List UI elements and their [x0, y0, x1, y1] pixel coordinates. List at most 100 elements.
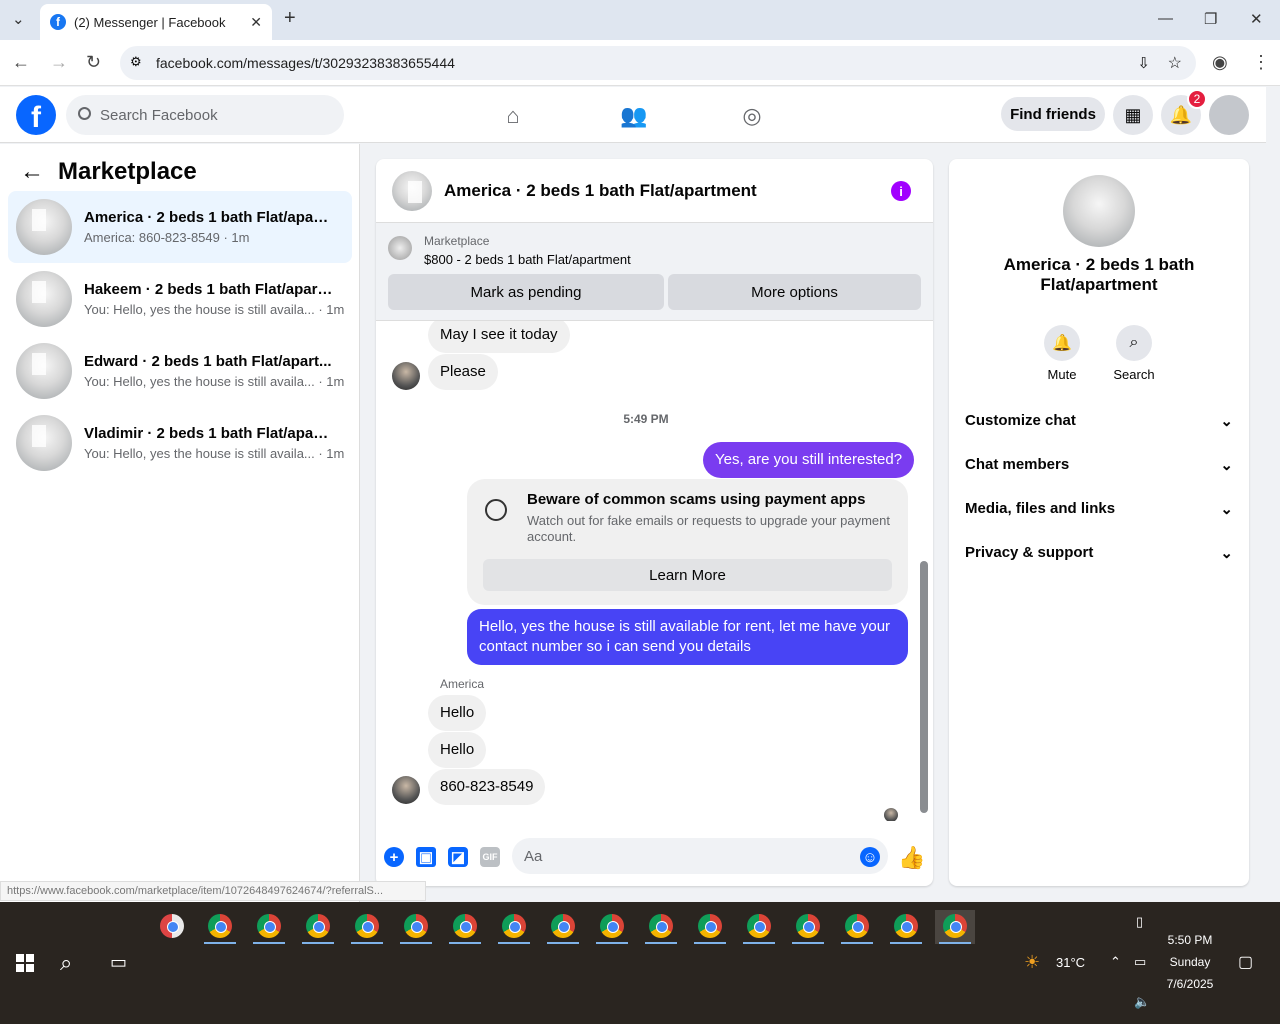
emoji-icon[interactable]: ☺: [860, 847, 880, 867]
tab-search-icon[interactable]: ⌄: [12, 10, 25, 28]
friends-icon[interactable]: 👥: [620, 103, 647, 128]
listing-description[interactable]: $800 - 2 beds 1 bath Flat/apartment: [424, 252, 631, 267]
chrome-taskbar-icon[interactable]: [788, 910, 828, 944]
home-icon[interactable]: ⌂: [500, 103, 526, 128]
like-thumbs-up-icon[interactable]: 👍: [898, 845, 925, 871]
conversation-sidebar: ← Marketplace America · 2 beds 1 bath Fl…: [0, 144, 360, 902]
chrome-taskbar-icon[interactable]: [347, 910, 387, 944]
install-app-icon[interactable]: ⇩: [1137, 54, 1150, 72]
sidebar-header: ← Marketplace: [20, 158, 197, 186]
conversation-item[interactable]: America · 2 beds 1 bath Flat/apart... Am…: [8, 191, 352, 263]
site-info-icon[interactable]: ⚙: [130, 54, 142, 70]
chrome-taskbar-icon[interactable]: [298, 910, 338, 944]
chat-details-panel: America · 2 beds 1 bath Flat/apartment 🔔…: [949, 159, 1249, 886]
tab-close-icon[interactable]: ✕: [250, 14, 262, 31]
chrome-taskbar-icon[interactable]: [396, 910, 436, 944]
facebook-logo-icon[interactable]: f: [16, 95, 56, 135]
chrome-taskbar-icon[interactable]: [592, 910, 632, 944]
back-arrow-icon[interactable]: ←: [20, 158, 44, 186]
listing-thumbnail: [16, 199, 72, 255]
chat-members-section[interactable]: Chat members ⌄: [965, 456, 1233, 474]
browser-menu-icon[interactable]: ⋮: [1252, 52, 1270, 73]
volume-icon[interactable]: 🔈: [1134, 994, 1150, 1010]
conversation-name: Vladimir · 2 beds 1 bath Flat/apart...: [84, 425, 334, 442]
privacy-support-section[interactable]: Privacy & support ⌄: [965, 544, 1233, 562]
clock-day[interactable]: Sunday: [1160, 955, 1220, 969]
notification-center-icon[interactable]: ▢: [1238, 952, 1253, 972]
scrollbar-thumb[interactable]: [920, 561, 928, 813]
browser-tab[interactable]: f (2) Messenger | Facebook ✕: [40, 4, 272, 40]
search-label: Search: [1113, 367, 1155, 382]
browser-tab-bar: ⌄ f (2) Messenger | Facebook ✕ + — ❐ ✕: [0, 0, 1280, 40]
weather-icon[interactable]: ☀: [1024, 952, 1040, 973]
touch-keyboard-icon[interactable]: ▯: [1136, 914, 1143, 930]
chrome-taskbar-icon[interactable]: [690, 910, 730, 944]
learn-more-button[interactable]: Learn More: [483, 559, 892, 591]
scam-warning-description: Watch out for fake emails or requests to…: [527, 513, 890, 544]
clock-time[interactable]: 5:50 PM: [1160, 933, 1220, 947]
new-tab-icon[interactable]: +: [284, 7, 296, 30]
incoming-message: 860-823-8549: [428, 769, 546, 805]
message-scrollbar[interactable]: [920, 329, 928, 817]
profile-icon[interactable]: ◉: [1212, 52, 1228, 73]
restore-icon[interactable]: ❐: [1204, 10, 1217, 28]
find-friends-button[interactable]: Find friends: [1001, 97, 1105, 131]
window-close-icon[interactable]: ✕: [1250, 10, 1263, 28]
sender-avatar[interactable]: [392, 776, 420, 804]
sender-name: America: [440, 677, 485, 691]
info-icon[interactable]: i: [891, 181, 911, 201]
section-label: Privacy & support: [965, 544, 1094, 561]
sender-avatar[interactable]: [392, 362, 420, 390]
search-chat-button[interactable]: ⌕ Search: [1104, 325, 1164, 382]
conversation-item[interactable]: Edward · 2 beds 1 bath Flat/apart... You…: [8, 335, 352, 407]
mark-as-pending-button[interactable]: Mark as pending: [388, 274, 664, 310]
url-omnibox[interactable]: ⚙ facebook.com/messages/t/30293238383655…: [120, 46, 1196, 80]
media-files-links-section[interactable]: Media, files and links ⌄: [965, 500, 1233, 518]
reload-icon[interactable]: ↻: [86, 52, 101, 73]
chrome-taskbar-icon-active[interactable]: [935, 910, 975, 944]
chrome-taskbar-icon[interactable]: [445, 910, 485, 944]
chrome-taskbar-icon[interactable]: [837, 910, 877, 944]
network-icon[interactable]: ▭: [1134, 954, 1146, 970]
more-options-button[interactable]: More options: [668, 274, 921, 310]
minimize-icon[interactable]: —: [1158, 10, 1173, 27]
weather-temperature[interactable]: 31°C: [1056, 955, 1085, 970]
menu-grid-icon[interactable]: ▦: [1113, 95, 1153, 135]
search-input[interactable]: Search Facebook: [66, 95, 344, 135]
conversation-item[interactable]: Vladimir · 2 beds 1 bath Flat/apart... Y…: [8, 407, 352, 479]
conversation-item[interactable]: Hakeem · 2 beds 1 bath Flat/apart... You…: [8, 263, 352, 335]
chat-listing-thumbnail[interactable]: [392, 170, 432, 211]
account-avatar[interactable]: [1209, 95, 1249, 135]
mute-button[interactable]: 🔔 Mute: [1032, 325, 1092, 382]
windows-taskbar: [0, 902, 1280, 1024]
scam-warning-card: Beware of common scams using payment app…: [467, 479, 908, 605]
chrome-taskbar-icon[interactable]: [494, 910, 534, 944]
photo-icon[interactable]: ▣: [416, 847, 436, 867]
message-input[interactable]: [512, 838, 888, 874]
task-view-icon[interactable]: ▭: [110, 952, 127, 973]
back-icon[interactable]: ←: [12, 52, 30, 73]
tray-chevron-up-icon[interactable]: ⌃: [1110, 954, 1121, 970]
details-listing-thumbnail[interactable]: [1063, 175, 1135, 247]
chrome-taskbar-icon[interactable]: [200, 910, 240, 944]
chrome-taskbar-icon[interactable]: [543, 910, 583, 944]
marketplace-listing-banner: Marketplace $800 - 2 beds 1 bath Flat/ap…: [376, 223, 933, 321]
gif-icon[interactable]: GIF: [480, 847, 500, 867]
bookmark-star-icon[interactable]: ☆: [1168, 53, 1182, 73]
chrome-taskbar-icon[interactable]: [249, 910, 289, 944]
taskbar-search-icon[interactable]: ⌕: [60, 950, 72, 976]
forward-icon[interactable]: →: [50, 52, 68, 73]
sticker-icon[interactable]: ◪: [448, 847, 468, 867]
listing-thumbnail: [16, 271, 72, 327]
customize-chat-section[interactable]: Customize chat ⌄: [965, 412, 1233, 430]
chrome-taskbar-icon[interactable]: [886, 910, 926, 944]
conversation-name: Hakeem · 2 beds 1 bath Flat/apart...: [84, 281, 334, 298]
add-plus-icon[interactable]: +: [384, 847, 404, 867]
taskbar-app-icon[interactable]: [152, 910, 192, 944]
chrome-taskbar-icon[interactable]: [739, 910, 779, 944]
windows-start-icon[interactable]: [16, 954, 34, 972]
chat-title[interactable]: America · 2 beds 1 bath Flat/apartment: [444, 181, 757, 201]
chrome-taskbar-icon[interactable]: [641, 910, 681, 944]
clock-date[interactable]: 7/6/2025: [1160, 977, 1220, 991]
groups-icon[interactable]: ◎: [739, 103, 765, 128]
